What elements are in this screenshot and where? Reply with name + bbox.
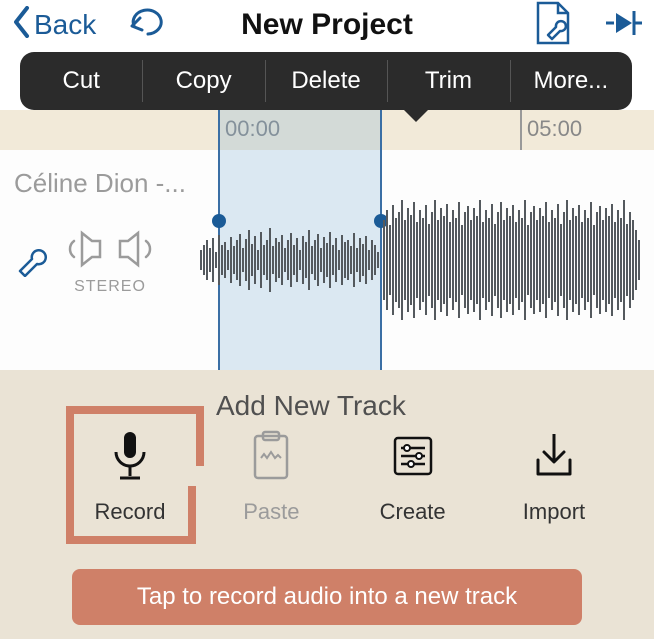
add-track-panel: Add New Track Record Paste	[0, 370, 654, 639]
chevron-left-icon	[12, 6, 32, 45]
ruler-label-5: 05:00	[527, 116, 582, 142]
import-icon	[530, 430, 578, 487]
waveform-area[interactable]	[200, 150, 654, 370]
microphone-icon	[106, 430, 154, 487]
undo-button[interactable]	[126, 8, 166, 43]
delete-button[interactable]: Delete	[265, 52, 387, 110]
create-label: Create	[380, 499, 446, 525]
create-button[interactable]: Create	[353, 430, 473, 525]
track-info: Céline Dion -...	[14, 168, 204, 296]
channel-mode-button[interactable]: STEREO	[66, 229, 154, 296]
track-area: Céline Dion -...	[0, 150, 654, 370]
track-settings-button[interactable]	[14, 243, 48, 282]
waveform-icon	[200, 190, 654, 330]
play-to-end-button[interactable]	[604, 9, 642, 42]
document-wrench-icon	[534, 1, 572, 45]
paste-button[interactable]: Paste	[211, 430, 331, 525]
context-menu: Cut Copy Delete Trim More...	[20, 52, 632, 110]
import-label: Import	[523, 499, 585, 525]
cut-button[interactable]: Cut	[20, 52, 142, 110]
stereo-icon	[66, 229, 154, 274]
wrench-icon	[14, 243, 48, 277]
project-settings-button[interactable]	[534, 1, 572, 50]
track-name[interactable]: Céline Dion -...	[14, 168, 204, 199]
back-button[interactable]: Back	[12, 6, 96, 45]
undo-icon	[126, 25, 166, 42]
clipboard-icon	[247, 430, 295, 487]
trim-button[interactable]: Trim	[387, 52, 509, 110]
record-label: Record	[95, 499, 166, 525]
play-to-marker-icon	[604, 9, 642, 37]
page-title: New Project	[241, 8, 413, 42]
context-menu-tail	[404, 110, 428, 122]
paste-label: Paste	[243, 499, 299, 525]
more-button[interactable]: More...	[510, 52, 632, 110]
header: Back New Project	[0, 0, 654, 50]
copy-button[interactable]: Copy	[142, 52, 264, 110]
channel-label: STEREO	[74, 278, 146, 296]
back-label: Back	[34, 9, 96, 41]
import-button[interactable]: Import	[494, 430, 614, 525]
tip-text: Tap to record audio into a new track	[137, 583, 517, 611]
ruler-tick	[520, 110, 522, 150]
tip-banner[interactable]: Tap to record audio into a new track	[72, 569, 582, 625]
panel-title: Add New Track	[216, 390, 406, 422]
record-button[interactable]: Record	[70, 430, 190, 525]
sliders-icon	[389, 430, 437, 487]
